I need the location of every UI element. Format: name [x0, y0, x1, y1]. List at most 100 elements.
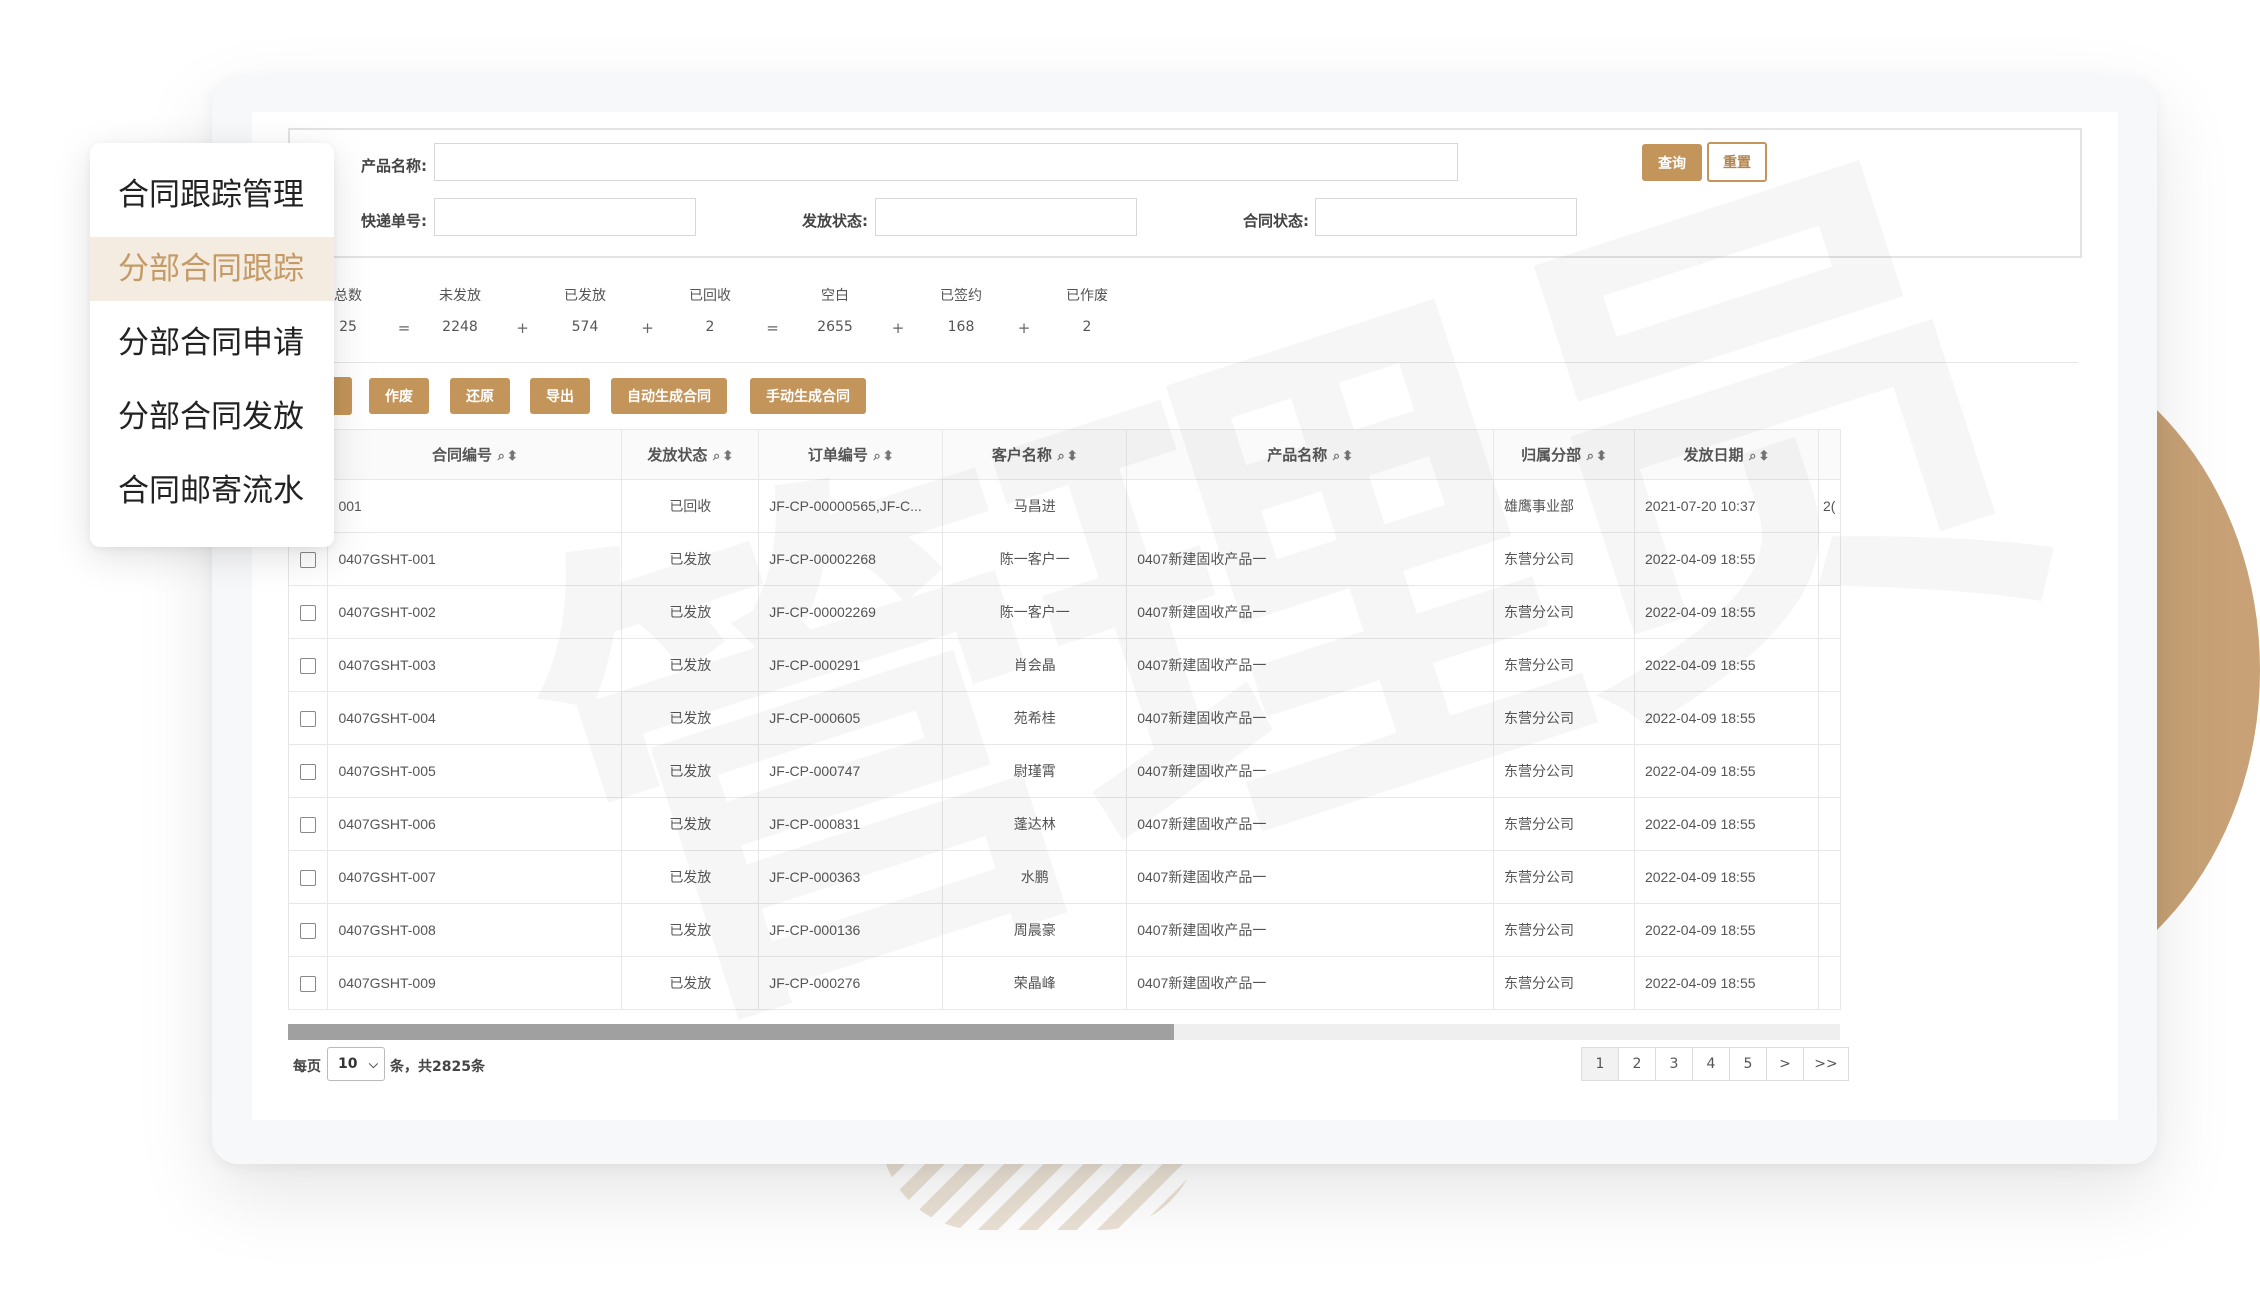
manual-generate-contract-button[interactable]: 手动生成合同	[750, 378, 866, 414]
cell-status: 已发放	[621, 903, 760, 957]
row-checkbox[interactable]	[300, 869, 317, 886]
table-row[interactable]: 0407GSHT-006 已发放 JF-CP-000831 蓬达林 0407新建固收产品…	[289, 797, 1841, 851]
cell-extra	[1818, 797, 1841, 851]
product-name-input[interactable]	[434, 143, 1458, 181]
page-size-select[interactable]: 10 ⌵	[327, 1047, 385, 1081]
menu-item[interactable]: 分部合同申请	[90, 311, 334, 375]
sort-icon[interactable]: ⬍	[507, 448, 518, 463]
column-header-label: 发放日期	[1683, 447, 1744, 464]
row-checkbox-cell	[289, 797, 329, 851]
table-row[interactable]: 0407GSHT-008 已发放 JF-CP-000136 周晨豪 0407新建固收产品…	[289, 903, 1841, 957]
cell-order-no: JF-CP-000136	[758, 903, 944, 957]
table-row[interactable]: 0407GSHT-003 已发放 JF-CP-000291 肖会晶 0407新建固收产品…	[289, 638, 1841, 692]
void-button[interactable]: 作废	[369, 378, 429, 414]
row-checkbox-cell	[289, 903, 329, 957]
cell-status: 已发放	[621, 797, 760, 851]
menu-item[interactable]: 合同跟踪管理	[90, 163, 334, 227]
cell-branch: 东营分公司	[1493, 744, 1635, 798]
table-header-row: 合同编号 ⌕ ⬍ 发放状态 ⌕ ⬍ 订单编号 ⌕ ⬍ 客户名称 ⌕ ⬍ 产品名称 ⌕ ⬍ 归属分部 …	[289, 429, 1841, 480]
search-icon[interactable]: ⌕	[870, 448, 881, 463]
sort-icon[interactable]: ⬍	[1758, 448, 1769, 463]
row-checkbox[interactable]	[300, 816, 317, 833]
cell-contract-no: 0407GSHT-007	[327, 850, 623, 904]
sort-icon[interactable]: ⬍	[1596, 448, 1607, 463]
row-checkbox[interactable]	[300, 551, 317, 568]
column-header[interactable]: 发放状态 ⌕ ⬍	[621, 429, 760, 480]
send-status-select[interactable]	[875, 198, 1137, 236]
column-header[interactable]: 归属分部 ⌕ ⬍	[1493, 429, 1635, 480]
page-button[interactable]: 2	[1618, 1047, 1656, 1081]
page-button[interactable]: 4	[1692, 1047, 1730, 1081]
row-checkbox[interactable]	[300, 922, 317, 939]
export-button[interactable]: 导出	[530, 378, 590, 414]
column-header[interactable]: 产品名称 ⌕ ⬍	[1126, 429, 1495, 480]
cell-contract-no: 0407GSHT-004	[327, 691, 623, 745]
search-icon[interactable]: ⌕	[1583, 448, 1594, 463]
table-row[interactable]: 0407GSHT-001 已发放 JF-CP-00002268 陈一客户一 0407新建…	[289, 532, 1841, 586]
cell-status: 已发放	[621, 585, 760, 639]
column-header[interactable]: 客户名称 ⌕ ⬍	[942, 429, 1128, 480]
row-checkbox[interactable]	[300, 604, 317, 621]
search-icon[interactable]: ⌕	[1329, 448, 1340, 463]
express-no-label: 快递单号:	[361, 212, 427, 230]
row-checkbox[interactable]	[300, 763, 317, 780]
row-checkbox-cell	[289, 956, 329, 1010]
column-header[interactable]: 合同编号 ⌕ ⬍	[327, 429, 623, 480]
table-row[interactable]: 0407GSHT-005 已发放 JF-CP-000747 尉瑾霄 0407新建固收产品…	[289, 744, 1841, 798]
query-button[interactable]: 查询	[1642, 144, 1702, 181]
page-button[interactable]: >	[1766, 1047, 1804, 1081]
auto-generate-contract-button[interactable]: 自动生成合同	[611, 378, 727, 414]
express-no-input[interactable]	[434, 198, 696, 236]
cell-product: 0407新建固收产品一	[1126, 850, 1495, 904]
row-checkbox[interactable]	[300, 710, 317, 727]
stat-value: 2248	[442, 319, 478, 335]
page-button[interactable]: 5	[1729, 1047, 1767, 1081]
search-icon[interactable]: ⌕	[1054, 448, 1064, 463]
table-row[interactable]: 0407GSHT-009 已发放 JF-CP-000276 荣晶峰 0407新建固收产品…	[289, 956, 1841, 1010]
cell-extra: 2(	[1818, 479, 1841, 533]
column-header[interactable]: 订单编号 ⌕ ⬍	[758, 429, 944, 480]
sort-icon[interactable]: ⬍	[1342, 448, 1353, 463]
cell-branch: 东营分公司	[1493, 903, 1635, 957]
cell-status: 已发放	[621, 744, 760, 798]
column-header[interactable]: 发放日期 ⌕ ⬍	[1634, 429, 1819, 480]
cell-date: 2021-07-20 10:37	[1634, 479, 1819, 533]
table-row[interactable]: 0407GSHT-002 已发放 JF-CP-00002269 陈一客户一 0407新建…	[289, 585, 1841, 639]
table-row[interactable]: 0407GSHT-007 已发放 JF-CP-000363 水鹏 0407新建固收产品一…	[289, 850, 1841, 904]
search-icon[interactable]: ⌕	[1746, 448, 1756, 463]
cell-extra	[1818, 585, 1841, 639]
table-row[interactable]: 001 已回收 JF-CP-00000565,JF-C... 马昌进 雄鹰事业部 2021…	[289, 479, 1841, 533]
sort-icon[interactable]: ⬍	[883, 448, 894, 463]
row-checkbox[interactable]	[300, 975, 317, 992]
menu-item[interactable]: 合同邮寄流水	[90, 459, 334, 523]
page-button[interactable]: 1	[1581, 1047, 1619, 1081]
table-row[interactable]: 0407GSHT-004 已发放 JF-CP-000605 苑希桂 0407新建固收产品…	[289, 691, 1841, 745]
cell-customer: 马昌进	[942, 479, 1128, 533]
cell-order-no: JF-CP-00002268	[758, 532, 944, 586]
cell-customer: 周晨豪	[942, 903, 1128, 957]
cell-status: 已发放	[621, 532, 760, 586]
contract-status-select[interactable]	[1315, 198, 1577, 236]
search-icon[interactable]: ⌕	[709, 448, 720, 463]
row-checkbox[interactable]	[300, 657, 317, 674]
search-icon[interactable]: ⌕	[494, 448, 505, 463]
cell-order-no: JF-CP-000291	[758, 638, 944, 692]
stat-label: 空白	[821, 288, 849, 304]
restore-button[interactable]: 还原	[450, 378, 510, 414]
menu-item[interactable]: 分部合同跟踪	[90, 237, 334, 301]
cell-order-no: JF-CP-000605	[758, 691, 944, 745]
cell-date: 2022-04-09 18:55	[1634, 691, 1819, 745]
cell-date: 2022-04-09 18:55	[1634, 903, 1819, 957]
horizontal-scrollbar-thumb[interactable]	[288, 1024, 1174, 1040]
sort-icon[interactable]: ⬍	[722, 448, 733, 463]
cell-product: 0407新建固收产品一	[1126, 691, 1495, 745]
cell-branch: 东营分公司	[1493, 691, 1635, 745]
menu-item[interactable]: 分部合同发放	[90, 385, 334, 449]
cell-date: 2022-04-09 18:55	[1634, 638, 1819, 692]
reset-button[interactable]: 重置	[1707, 142, 1767, 182]
sort-icon[interactable]: ⬍	[1067, 448, 1078, 463]
page-button[interactable]: >>	[1803, 1047, 1849, 1081]
row-checkbox-cell	[289, 744, 329, 798]
page-button[interactable]: 3	[1655, 1047, 1693, 1081]
column-header-label: 发放状态	[647, 447, 708, 464]
